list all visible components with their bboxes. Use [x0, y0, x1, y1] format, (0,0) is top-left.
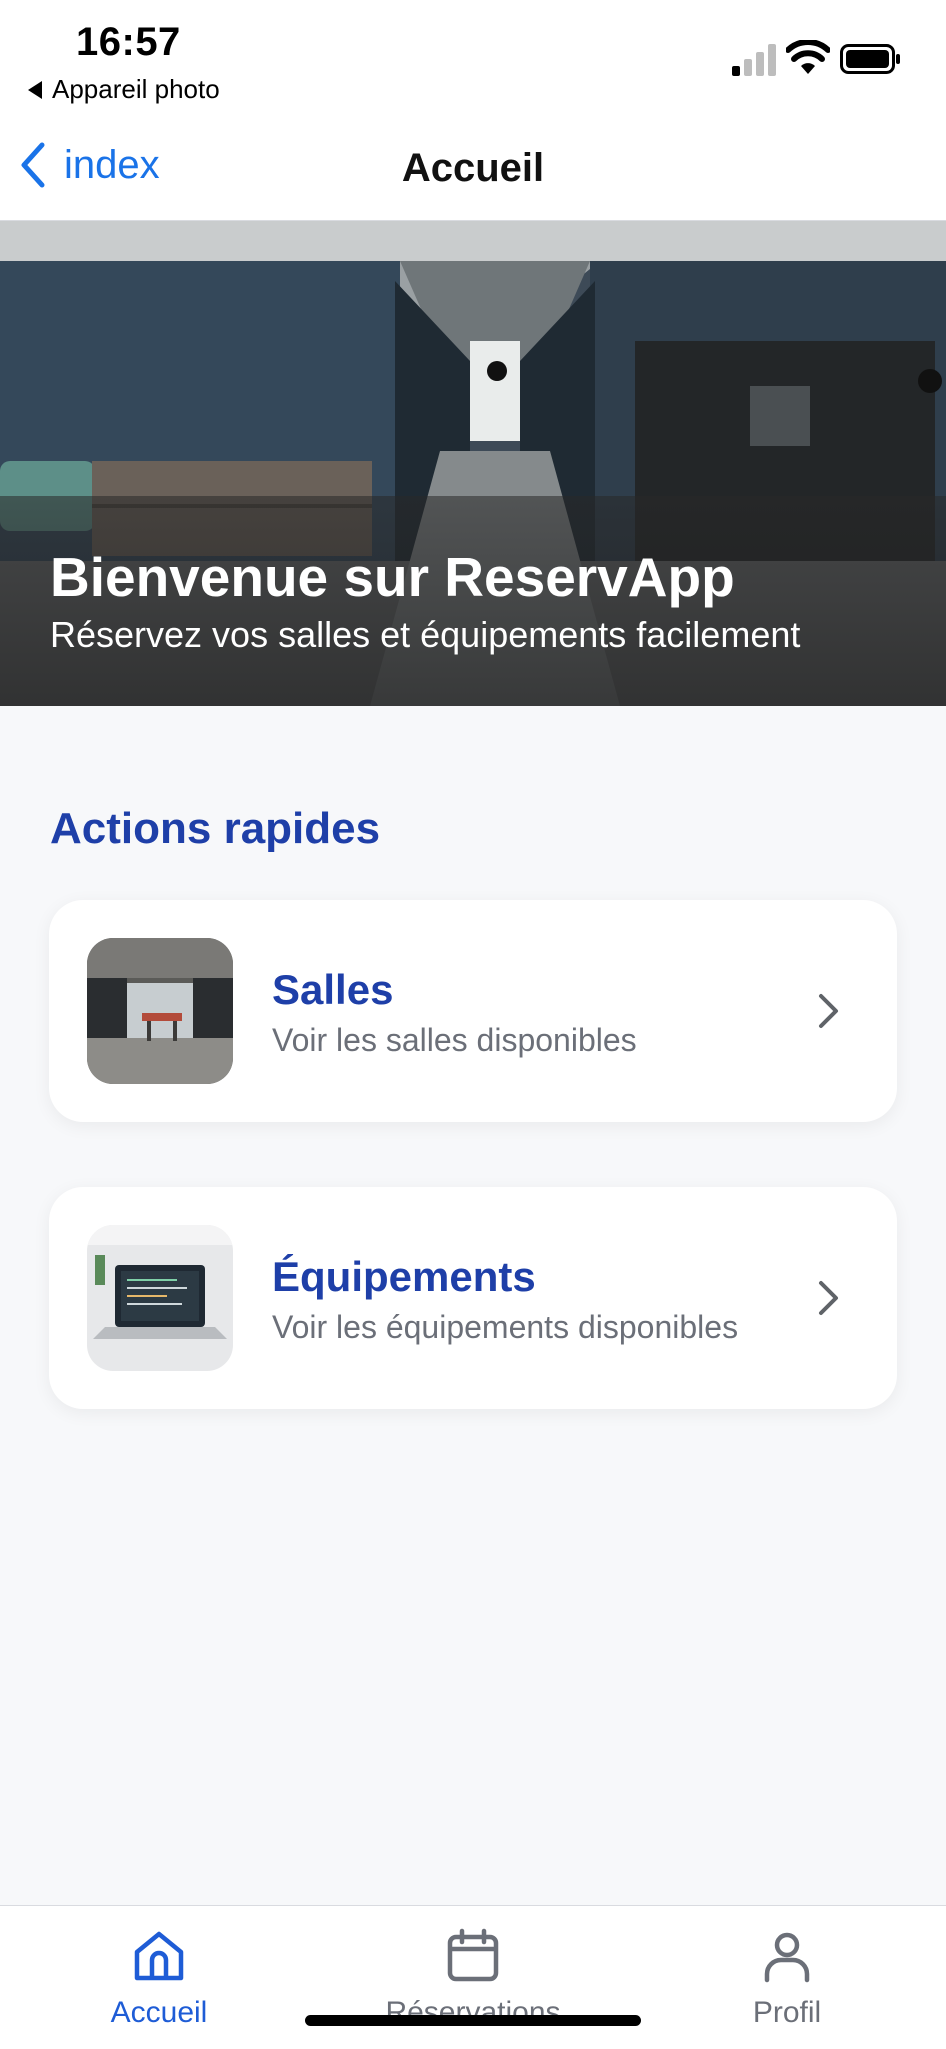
- back-to-app-label: Appareil photo: [52, 74, 220, 104]
- navigation-bar: index Accueil: [0, 120, 946, 221]
- tab-profil-label: Profil: [752, 1996, 822, 2029]
- page-title: Accueil: [401, 146, 545, 190]
- equipment-card-title: Équipements: [272, 1253, 536, 1300]
- rooms-thumbnail: [87, 938, 233, 1084]
- rooms-card-subtitle: Voir les salles disponibles: [272, 1022, 637, 1058]
- chevron-right-icon: [819, 994, 838, 1028]
- tab-accueil[interactable]: Accueil: [94, 1928, 224, 2030]
- back-to-app-link[interactable]: Appareil photo: [28, 74, 220, 105]
- office-room-image: [87, 938, 233, 1084]
- hero-subtitle: Réservez vos salles et équipements facil…: [50, 614, 801, 655]
- tab-bar: Accueil Réservations Profil: [0, 1905, 946, 2049]
- cellular-signal-icon: [732, 44, 776, 76]
- quick-actions-title: Actions rapides: [50, 804, 381, 853]
- rooms-card-title: Salles: [272, 966, 394, 1013]
- tab-accueil-label: Accueil: [110, 1996, 208, 2029]
- hero-title: Bienvenue sur ReservApp: [50, 546, 735, 608]
- chevron-right-icon: [819, 1281, 838, 1315]
- person-icon: [764, 1932, 810, 1983]
- equipment-card-subtitle: Voir les équipements disponibles: [272, 1309, 739, 1345]
- laptop-image: [87, 1225, 233, 1371]
- back-triangle-icon: [28, 80, 42, 99]
- tab-profil[interactable]: Profil: [727, 1928, 847, 2030]
- equipment-thumbnail: [87, 1225, 233, 1371]
- status-time: 16:57: [76, 20, 181, 64]
- wifi-icon: [786, 40, 830, 74]
- home-indicator: [305, 2015, 641, 2026]
- rooms-card[interactable]: Salles Voir les salles disponibles: [49, 900, 897, 1122]
- home-icon: [134, 1931, 184, 1981]
- hero-banner: Bienvenue sur ReservApp Réservez vos sal…: [0, 221, 946, 706]
- equipment-card[interactable]: Équipements Voir les équipements disponi…: [49, 1187, 897, 1409]
- calendar-icon: [447, 1928, 499, 1982]
- battery-icon: [840, 44, 900, 74]
- status-bar: 16:57 Appareil photo: [0, 0, 946, 120]
